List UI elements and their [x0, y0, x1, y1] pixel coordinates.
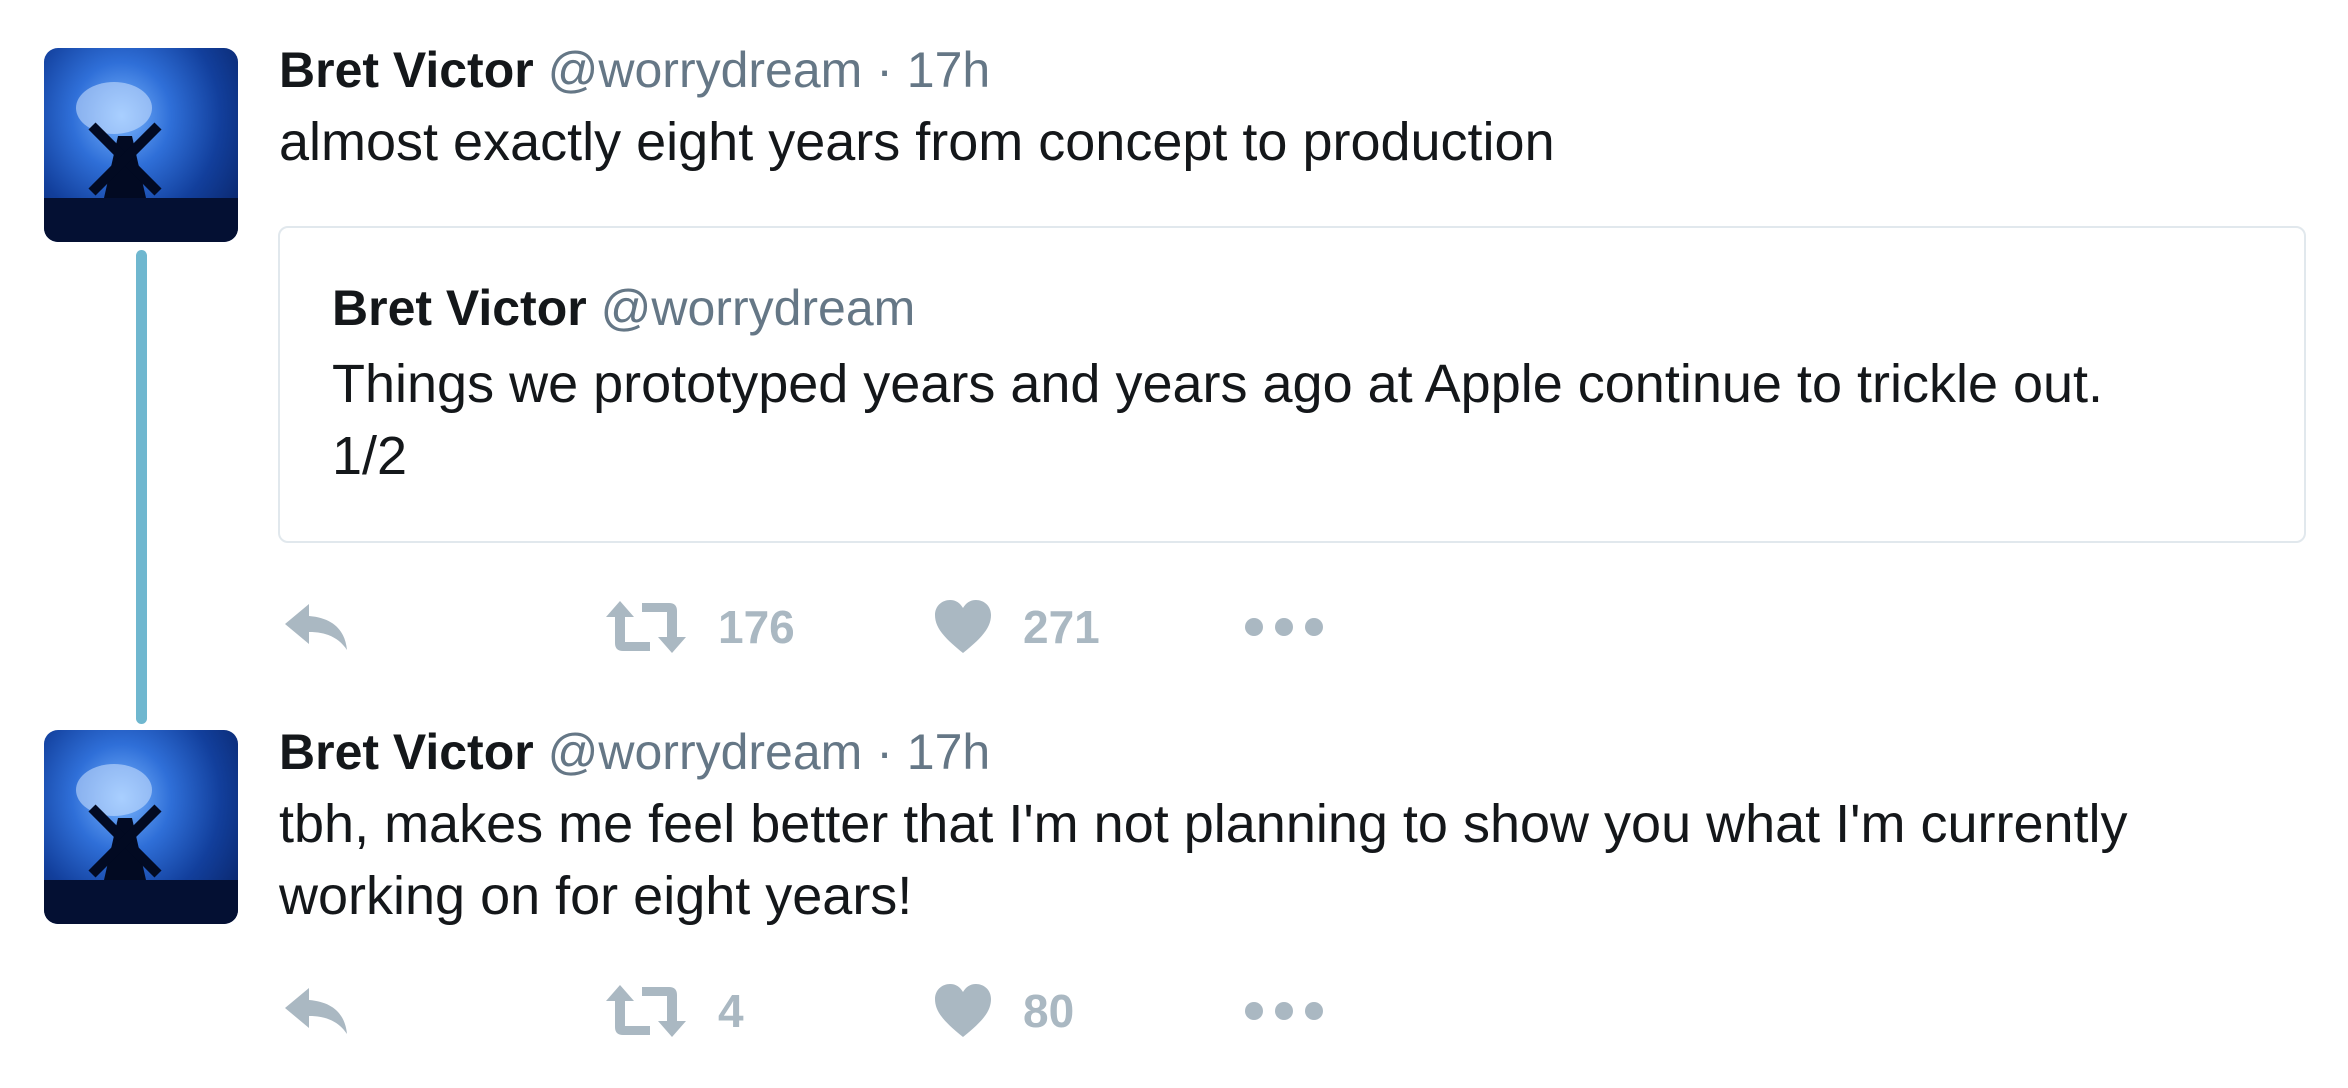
thread-connector-line	[136, 250, 147, 724]
quoted-tweet-card[interactable]: Bret Victor @worrydream Things we protot…	[278, 226, 2306, 543]
windmill-avatar-image	[44, 82, 238, 242]
retweet-icon	[606, 601, 686, 653]
header-separator: ·	[876, 724, 893, 780]
reply-icon	[285, 988, 347, 1034]
reply-button[interactable]	[283, 592, 349, 662]
quoted-tweet-header: Bret Victor @worrydream	[332, 278, 915, 338]
more-button[interactable]	[1244, 592, 1324, 662]
tweet-text: tbh, makes me feel better that I'm not p…	[279, 788, 2299, 932]
avatar[interactable]	[44, 730, 238, 924]
quoted-text-line-1: Things we prototyped years and years ago…	[332, 354, 2104, 414]
author-name[interactable]: Bret Victor	[279, 42, 534, 98]
like-count: 271	[1023, 601, 1100, 653]
heart-icon	[935, 600, 991, 653]
quoted-tweet-text: Things we prototyped years and years ago…	[332, 348, 2282, 492]
author-handle[interactable]: @worrydream	[548, 42, 863, 98]
tweet-actions: 176 271	[279, 592, 1379, 662]
like-count: 80	[1023, 985, 1075, 1037]
retweet-button[interactable]: 176	[604, 592, 795, 662]
retweet-button[interactable]: 4	[604, 976, 744, 1046]
author-handle[interactable]: @worrydream	[548, 724, 863, 780]
retweet-icon	[606, 985, 686, 1037]
like-button[interactable]: 271	[933, 592, 1100, 662]
header-separator: ·	[876, 42, 893, 98]
tweet-text-line-1: tbh, makes me feel better that I'm not p…	[279, 794, 2128, 854]
reply-icon	[285, 604, 347, 650]
like-button[interactable]: 80	[933, 976, 1074, 1046]
tweet-text-line-2: working on for eight years!	[279, 866, 913, 926]
reply-button[interactable]	[283, 976, 349, 1046]
tweet-text: almost exactly eight years from concept …	[279, 112, 1555, 172]
tweet-actions: 4 80	[279, 976, 1379, 1046]
tweet-header: Bret Victor @worrydream · 17h	[279, 722, 990, 782]
tweet-timestamp[interactable]: 17h	[907, 724, 990, 780]
retweet-count: 176	[718, 601, 795, 653]
windmill-avatar-image	[44, 764, 238, 924]
author-name[interactable]: Bret Victor	[279, 724, 534, 780]
tweet-header: Bret Victor @worrydream · 17h	[279, 40, 990, 100]
quoted-text-line-2: 1/2	[332, 426, 408, 486]
retweet-count: 4	[718, 985, 744, 1037]
more-icon	[1245, 1002, 1323, 1020]
avatar[interactable]	[44, 48, 238, 242]
more-icon	[1245, 618, 1323, 636]
more-button[interactable]	[1244, 976, 1324, 1046]
tweet-timestamp[interactable]: 17h	[907, 42, 990, 98]
quoted-author-name: Bret Victor	[332, 280, 587, 336]
heart-icon	[935, 984, 991, 1037]
quoted-author-handle: @worrydream	[600, 280, 916, 336]
